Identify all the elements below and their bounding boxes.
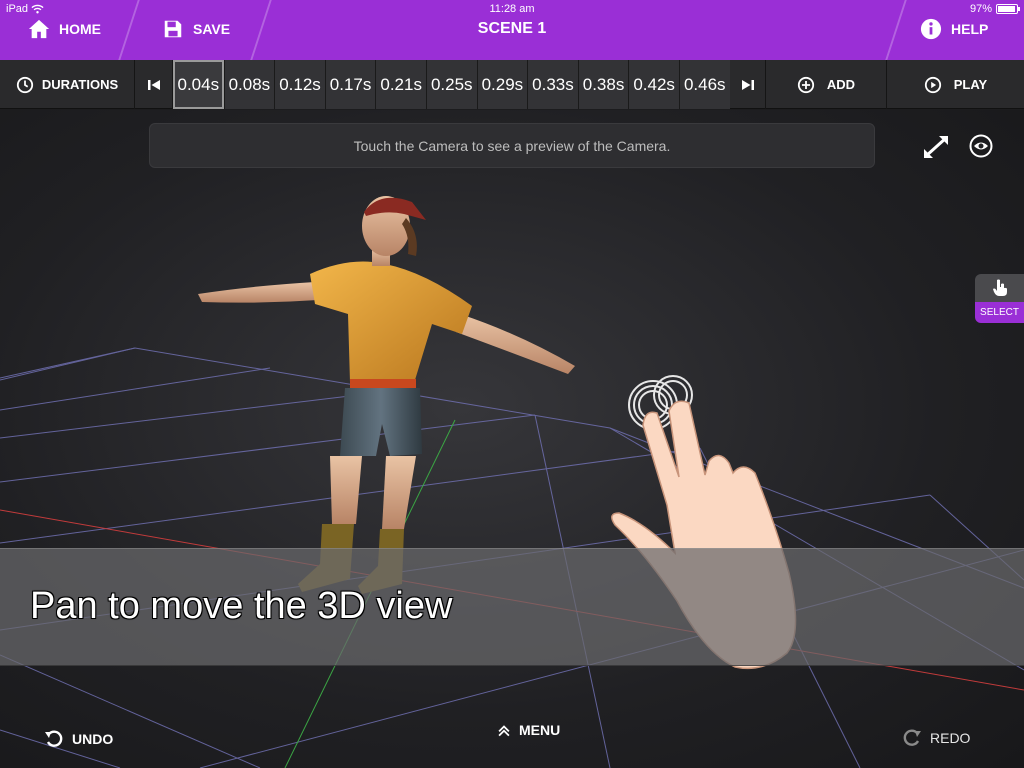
plus-circle-icon [797, 76, 815, 93]
status-time: 11:28 am [489, 3, 535, 15]
eye-icon[interactable] [969, 134, 993, 158]
frame-cell[interactable]: 0.17s [324, 60, 376, 109]
play-button[interactable]: PLAY [887, 60, 1024, 109]
play-label: PLAY [953, 77, 988, 92]
frame-cell[interactable]: 0.38s [577, 60, 629, 109]
select-tool-icon-area [975, 274, 1024, 302]
redo-label: REDO [930, 730, 971, 746]
frame-cell[interactable]: 0.08s [223, 60, 275, 109]
tutorial-message: Pan to move the 3D view [30, 585, 453, 627]
undo-label: UNDO [72, 731, 114, 747]
3d-character[interactable] [190, 194, 590, 604]
last-frame-button[interactable] [730, 60, 766, 109]
select-label: SELECT [975, 302, 1024, 323]
add-frame-button[interactable]: ADD [766, 60, 887, 109]
play-circle-icon [924, 76, 941, 93]
help-label: HELP [951, 21, 989, 37]
top-bar: iPad 11:28 am 97% HOME SAVE SCENE 1 HELP [0, 0, 1024, 60]
frame-cell[interactable]: 0.42s [628, 60, 679, 109]
durations-label: DURATIONS [41, 77, 119, 92]
frame-cell[interactable]: 0.33s [527, 60, 578, 109]
camera-hint: Touch the Camera to see a preview of the… [149, 123, 875, 168]
scene-title: SCENE 1 [477, 20, 547, 37]
3d-viewport[interactable]: Touch the Camera to see a preview of the… [0, 110, 1024, 768]
undo-button[interactable]: UNDO [44, 729, 113, 749]
skip-start-icon [147, 79, 160, 90]
expand-icon[interactable] [922, 134, 950, 160]
frame-cell[interactable]: 0.46s [678, 60, 730, 109]
timeline-bar: DURATIONS 0.04s 0.08s 0.12s 0.17s 0.21s 0.25s… [0, 60, 1024, 109]
first-frame-button[interactable] [135, 60, 173, 109]
skip-end-icon [741, 79, 754, 90]
menu-button[interactable]: MENU [497, 722, 560, 738]
frame-cell[interactable]: 0.12s [274, 60, 325, 109]
frame-cell[interactable]: 0.29s [476, 60, 528, 109]
frame-cell[interactable]: 0.21s [375, 60, 426, 109]
battery-icon [996, 4, 1020, 14]
select-tool[interactable]: SELECT [975, 274, 1024, 323]
menu-label: MENU [519, 722, 561, 738]
redo-button[interactable]: REDO [902, 728, 970, 748]
clock-icon [16, 76, 33, 93]
add-label: ADD [826, 77, 856, 92]
frame-strip: 0.04s 0.08s 0.12s 0.17s 0.21s 0.25s 0.29s 0.33s… [173, 60, 730, 109]
help-button[interactable]: HELP [920, 14, 988, 44]
info-icon [920, 18, 942, 40]
redo-icon [903, 729, 921, 746]
tutorial-banner: Pan to move the 3D view [0, 548, 1024, 666]
pointer-hand-icon [992, 279, 1007, 296]
frame-cell[interactable]: 0.25s [425, 60, 477, 109]
frame-cell[interactable]: 0.04s [173, 60, 224, 109]
undo-icon [45, 730, 63, 747]
durations-button[interactable]: DURATIONS [0, 60, 135, 109]
chevron-up-icon [498, 725, 510, 737]
